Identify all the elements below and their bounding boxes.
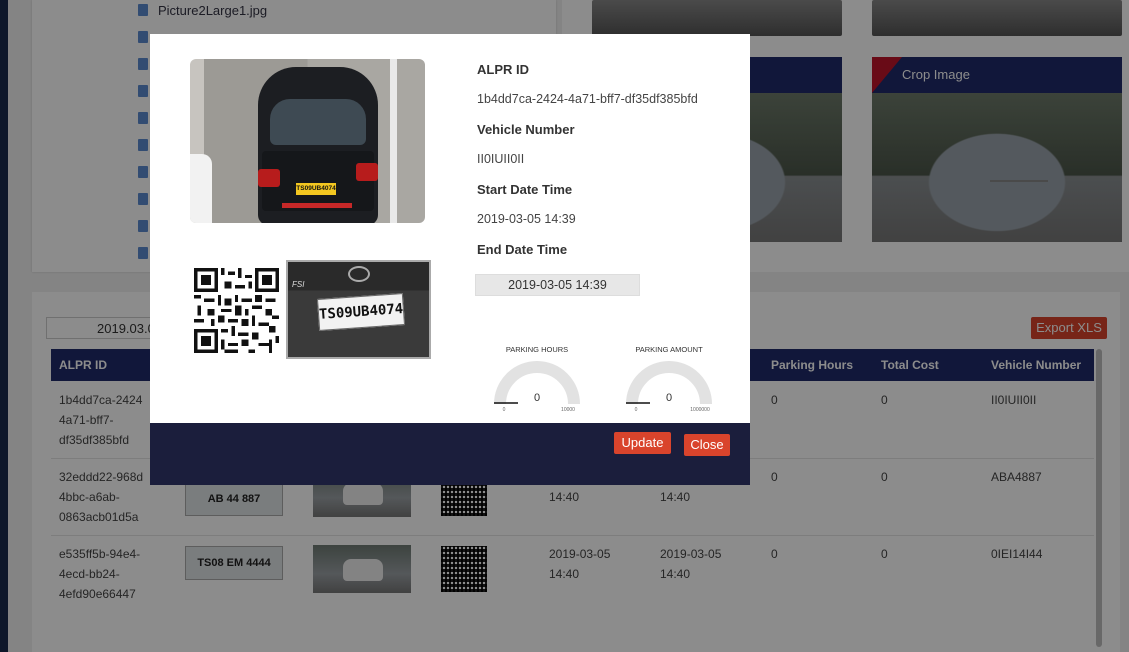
close-button[interactable]: Close <box>684 434 730 456</box>
car-window <box>270 99 366 145</box>
update-button[interactable]: Update <box>614 432 671 454</box>
car-photo-plate: TS09UB4074 <box>296 183 336 195</box>
parking-hours-max: 10000 <box>561 407 575 412</box>
alpr-id-label: ALPR ID <box>477 62 529 77</box>
tail-light <box>356 163 378 181</box>
start-date-time-label: Start Date Time <box>477 182 573 197</box>
car-badge: FSI <box>292 280 305 289</box>
vehicle-detail-modal: TS09UB4074 FSI TS09UB4074 ALPR ID 1b4dd7… <box>150 34 750 485</box>
license-plate-crop[interactable]: FSI TS09UB4074 <box>286 260 431 359</box>
qr-code[interactable] <box>194 268 279 353</box>
parking-amount-gauge-title: PARKING AMOUNT <box>635 345 703 354</box>
vehicle-photo[interactable]: TS09UB4074 <box>190 59 425 223</box>
alpr-id-value: 1b4dd7ca-2424-4a71-bff7-df35df385bfd <box>477 92 698 106</box>
parking-hours-gauge-title: PARKING HOURS <box>505 345 569 354</box>
car-bumper-stripe <box>282 203 352 208</box>
parking-amount-gauge: 0 0 1000000 <box>626 361 712 412</box>
parking-hours-value: 0 <box>534 392 540 404</box>
modal-footer: Update Close <box>150 423 750 485</box>
start-date-time-value: 2019-03-05 14:39 <box>477 212 576 226</box>
parking-amount-max: 1000000 <box>690 407 710 412</box>
parking-amount-min: 0 <box>635 407 638 412</box>
end-date-time-input[interactable]: 2019-03-05 14:39 <box>475 274 640 296</box>
parking-hours-min: 0 <box>503 407 506 412</box>
license-plate-text: TS09UB4074 <box>316 293 406 331</box>
car-emblem <box>348 266 370 282</box>
end-date-time-label: End Date Time <box>477 242 568 257</box>
vehicle-number-value: II0IUII0II <box>477 152 525 166</box>
vehicle-number-label: Vehicle Number <box>477 122 575 137</box>
tail-light <box>258 169 280 187</box>
parking-hours-gauge: 0 0 10000 <box>494 361 580 412</box>
parking-amount-value: 0 <box>666 392 672 404</box>
adjacent-car <box>190 154 212 223</box>
